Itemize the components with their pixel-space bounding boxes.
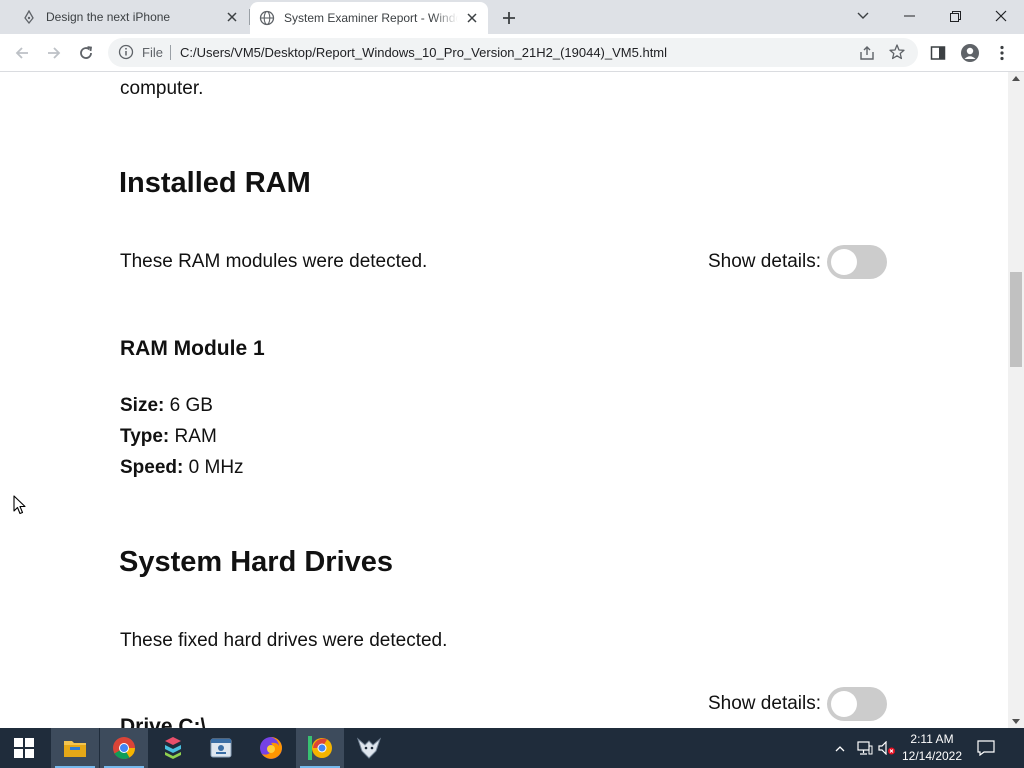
windows-logo-icon [14,738,34,758]
toggle-knob [831,249,858,275]
url-text[interactable]: C:/Users/VM5/Desktop/Report_Windows_10_P… [180,45,667,60]
arrow-left-icon [15,47,28,59]
star-icon[interactable] [888,43,906,61]
pen-nib-icon [21,9,37,25]
tab-title: Design the next iPhone [46,10,171,24]
chrome-taskbar-button[interactable] [100,728,148,768]
drives-show-details: Show details: [708,687,888,721]
ram-size-row: Size: 6 GB [120,395,213,417]
wolf-app-taskbar-button[interactable] [345,728,393,768]
chrome-green-taskbar-button[interactable] [296,728,344,768]
scroll-thumb[interactable] [1010,272,1022,367]
taskbar-clock[interactable]: 2:11 AM 12/14/2022 [898,731,966,765]
tab-design-the-next-iphone[interactable]: Design the next iPhone [8,0,248,34]
clock-time: 2:11 AM [910,732,954,746]
side-panel-button[interactable] [924,39,952,67]
kebab-menu-icon [1000,45,1004,61]
scroll-up-arrow-icon[interactable] [1012,76,1020,81]
firefox-taskbar-button[interactable] [247,728,295,768]
tab-system-examiner-report[interactable]: System Examiner Report - Windo [250,2,488,34]
volume-muted-icon [878,741,895,755]
tab-title: System Examiner Report - Windo [284,11,458,25]
action-center-button[interactable] [970,728,1002,768]
info-icon[interactable] [118,44,134,60]
reload-button[interactable] [72,39,100,67]
share-icon[interactable] [858,44,876,62]
tab-strip: Design the next iPhone System Examiner R… [0,0,1024,34]
stacked-app-icon [165,737,181,759]
ram-size-label: Size: [120,395,165,416]
ram-show-details: Show details: [708,245,888,279]
show-details-label: Show details: [708,251,822,272]
close-window-button[interactable] [978,0,1024,32]
tab-search-button[interactable] [840,0,886,32]
close-icon [995,10,1007,22]
arrow-right-icon [48,47,61,59]
menu-button[interactable] [988,39,1016,67]
ram-speed-value: 0 MHz [188,457,244,478]
page-scrollbar[interactable] [1008,72,1024,728]
chevron-up-icon [835,745,845,751]
chrome-green-icon [308,736,332,760]
id-card-app-taskbar-button[interactable] [197,728,245,768]
forward-button[interactable] [40,39,68,67]
report-page: computer. Installed RAM These RAM module… [0,72,1008,728]
side-panel-icon [930,46,946,60]
installed-ram-heading: Installed RAM [119,167,311,199]
network-icon [857,741,873,755]
address-bar[interactable]: File C:/Users/VM5/Desktop/Report_Windows… [108,38,918,67]
mouse-cursor-icon [13,495,26,515]
ram-speed-row: Speed: 0 MHz [120,457,244,479]
intro-text-tail: computer. [120,78,204,99]
show-details-label: Show details: [708,693,822,714]
show-hidden-icons-button[interactable] [830,728,850,768]
volume-tray-button[interactable] [876,728,898,768]
chevron-down-icon [857,12,869,19]
restore-icon [949,10,961,22]
ram-show-details-toggle[interactable] [827,245,888,279]
ram-type-label: Type: [120,426,170,447]
notification-icon [977,740,995,756]
hard-drives-description: These fixed hard drives were detected. [120,630,448,651]
new-tab-button[interactable] [497,6,521,30]
stacked-app-taskbar-button[interactable] [149,728,197,768]
close-tab-icon[interactable] [464,10,480,26]
back-button[interactable] [8,39,36,67]
file-explorer-taskbar-button[interactable] [51,728,99,768]
close-tab-icon[interactable] [224,9,240,25]
wolf-app-icon [356,737,382,759]
ram-module-title: RAM Module 1 [120,337,265,360]
plus-icon [503,12,515,24]
folder-icon [64,741,86,757]
globe-icon [259,10,275,26]
profile-button[interactable] [956,39,984,67]
minimize-icon [903,15,915,17]
hard-drives-heading: System Hard Drives [119,546,394,578]
toggle-knob [831,691,858,717]
address-divider [170,45,171,60]
drive-c-title: Drive C:\ [120,715,207,728]
clock-date: 12/14/2022 [901,749,963,763]
minimize-button[interactable] [886,0,932,32]
ram-type-row: Type: RAM [120,426,217,448]
ram-type-value: RAM [174,426,217,447]
scroll-down-arrow-icon[interactable] [1012,719,1020,724]
drives-show-details-toggle[interactable] [827,687,888,721]
windows-taskbar: 2:11 AM 12/14/2022 [0,728,1024,768]
chrome-icon [113,737,135,759]
start-button[interactable] [0,728,48,768]
id-card-app-icon [210,738,232,758]
browser-toolbar: File C:/Users/VM5/Desktop/Report_Windows… [0,34,1024,72]
restore-button[interactable] [932,0,978,32]
reload-icon [80,46,93,59]
firefox-icon [260,737,282,759]
ram-speed-label: Speed: [120,457,184,478]
installed-ram-description: These RAM modules were detected. [120,251,428,272]
network-tray-button[interactable] [854,728,876,768]
scheme-label: File [142,45,163,60]
ram-size-value: 6 GB [169,395,213,416]
profile-avatar-icon [961,44,979,62]
